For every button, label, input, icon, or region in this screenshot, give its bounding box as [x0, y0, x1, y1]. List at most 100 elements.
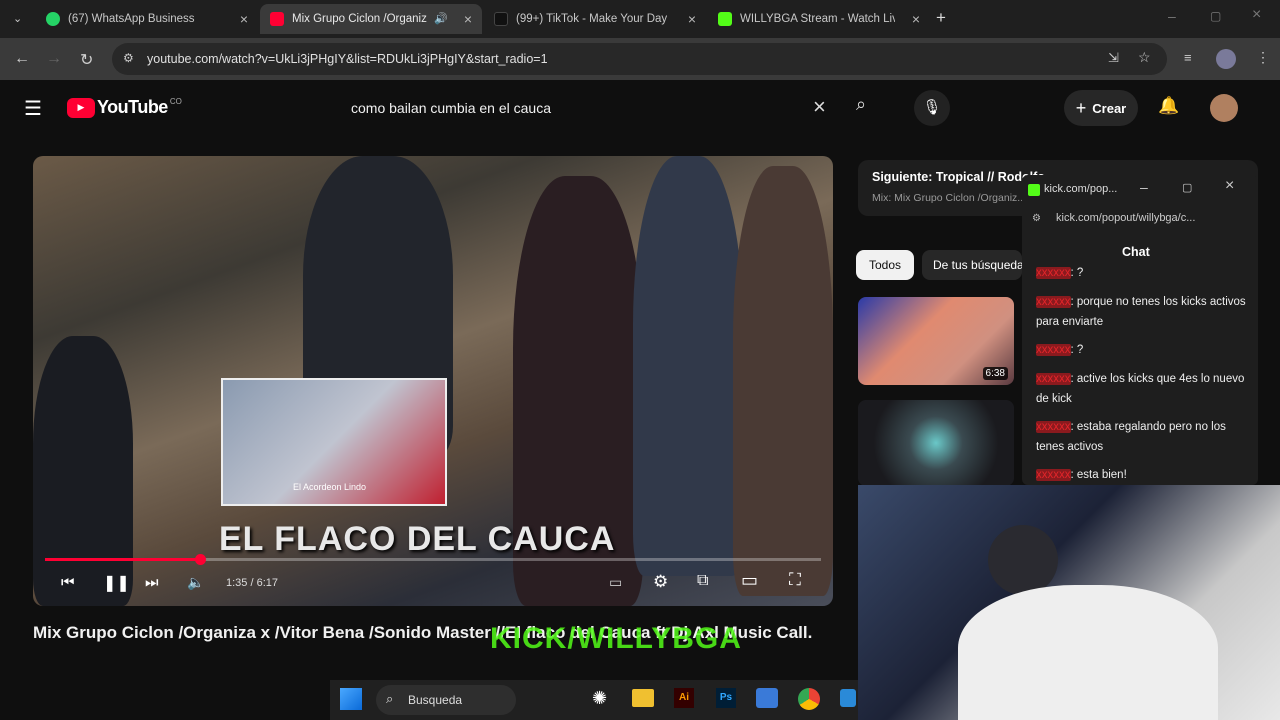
tab-label: (99+) TikTok - Make Your Day: [516, 13, 668, 25]
popup-close-icon[interactable]: ×: [1225, 177, 1234, 195]
related-thumbnail[interactable]: [858, 400, 1014, 486]
chip-all[interactable]: Todos: [856, 250, 914, 280]
chrome-icon[interactable]: [798, 688, 820, 710]
progress-fill: [45, 558, 201, 561]
progress-track[interactable]: [45, 554, 821, 565]
close-tab-icon[interactable]: ×: [912, 11, 920, 27]
inset-caption: El Acordeon Lindo: [293, 482, 367, 492]
chat-message: xxxxxx: porque no tenes los kicks activo…: [1036, 292, 1246, 332]
store-icon[interactable]: [756, 688, 778, 708]
chat-header: Chat: [1122, 245, 1150, 259]
related-thumbnail[interactable]: 6:38: [858, 297, 1014, 385]
video-figure: [633, 156, 743, 576]
menu-icon[interactable]: ⋮: [1256, 49, 1270, 66]
chat-text: : esta bien!: [1070, 469, 1127, 481]
youtube-icon: [270, 12, 284, 26]
tab-kick[interactable]: WILLYBGA Stream - Watch Live ×: [708, 4, 930, 34]
back-icon[interactable]: ←: [14, 50, 30, 68]
popup-maximize-icon[interactable]: ▢: [1182, 181, 1192, 194]
theater-mode-icon[interactable]: ▭: [741, 570, 758, 591]
kick-watermark: KICK/WILLYBGA: [490, 622, 742, 655]
next-icon[interactable]: ⏭: [145, 574, 159, 591]
account-avatar[interactable]: [1210, 94, 1238, 122]
search-box[interactable]: como bailan cumbia en el cauca ×: [335, 88, 850, 128]
youtube-logo[interactable]: ▶ YouTube CO: [67, 97, 182, 118]
bookmark-star-icon[interactable]: ☆: [1138, 49, 1151, 66]
popup-minimize-icon[interactable]: –: [1140, 179, 1148, 195]
create-label: Crear: [1092, 100, 1127, 116]
search-input[interactable]: como bailan cumbia en el cauca: [351, 100, 551, 116]
chat-text: : ?: [1070, 344, 1084, 356]
close-tab-icon[interactable]: ×: [688, 11, 696, 27]
popup-title: kick.com/pop...: [1044, 183, 1118, 195]
fullscreen-icon[interactable]: ⛶: [789, 570, 801, 590]
chat-message: xxxxxx: active los kicks que 4es lo nuev…: [1036, 369, 1246, 409]
chat-username[interactable]: xxxxxx: [1036, 421, 1071, 433]
video-player[interactable]: El Acordeon Lindo EL FLACO DEL CAUCA ⏮ ❚…: [33, 156, 833, 606]
tiktok-icon: [494, 12, 508, 26]
profile-avatar[interactable]: [1216, 49, 1236, 69]
close-tab-icon[interactable]: ×: [464, 11, 472, 27]
clear-search-icon[interactable]: ×: [813, 94, 826, 120]
streamer-webcam: [858, 485, 1280, 720]
youtube-play-icon: ▶: [67, 97, 95, 118]
youtube-header: ☰ ▶ YouTube CO como bailan cumbia en el …: [0, 80, 1280, 136]
media-control-icon[interactable]: ≡: [1184, 50, 1192, 65]
tab-whatsapp[interactable]: (67) WhatsApp Business ×: [36, 4, 258, 34]
video-figure: [733, 166, 833, 596]
subtitles-icon[interactable]: ▭: [609, 574, 622, 591]
kick-icon: [1028, 184, 1040, 196]
tab-tiktok[interactable]: (99+) TikTok - Make Your Day ×: [484, 4, 706, 34]
pause-icon[interactable]: ❚❚: [103, 573, 130, 593]
tab-search-icon[interactable]: ⌄: [13, 12, 22, 25]
minimize-icon[interactable]: –: [1168, 8, 1176, 24]
chatgpt-icon[interactable]: ✺: [592, 688, 607, 709]
address-bar[interactable]: ⚙ youtube.com/watch?v=UkLi3jPHgIY&list=R…: [112, 43, 1167, 75]
chat-username[interactable]: xxxxxx: [1036, 373, 1071, 385]
notifications-bell-icon[interactable]: 🔔: [1158, 96, 1179, 116]
settings-gear-icon[interactable]: ⚙: [653, 572, 668, 592]
popup-site-icon: ⚙: [1032, 213, 1041, 224]
site-info-icon[interactable]: ⚙: [123, 51, 134, 65]
illustrator-icon[interactable]: Ai: [674, 688, 694, 708]
audio-icon[interactable]: 🔊: [434, 12, 448, 25]
chat-message: xxxxxx: esta bien!: [1036, 465, 1246, 485]
chat-username[interactable]: xxxxxx: [1036, 296, 1071, 308]
hamburger-icon[interactable]: ☰: [24, 96, 42, 121]
chat-username[interactable]: xxxxxx: [1036, 344, 1071, 356]
volume-icon[interactable]: 🔈: [187, 574, 204, 591]
browser-toolbar: ← → ↻ ⚙ youtube.com/watch?v=UkLi3jPHgIY&…: [0, 38, 1280, 80]
voice-search-mic-icon[interactable]: 🎙: [914, 90, 950, 126]
reload-icon[interactable]: ↻: [80, 50, 93, 70]
popup-url: kick.com/popout/willybga/c...: [1056, 212, 1196, 224]
taskbar-search[interactable]: ⌕ Busqueda: [376, 685, 516, 715]
url-text: youtube.com/watch?v=UkLi3jPHgIY&list=RDU…: [147, 52, 548, 66]
maximize-icon[interactable]: ▢: [1210, 9, 1221, 23]
file-explorer-icon[interactable]: [632, 689, 654, 707]
miniplayer-icon[interactable]: ⧉: [697, 572, 708, 590]
search-icon[interactable]: ⌕: [856, 94, 866, 115]
new-tab-icon[interactable]: +: [936, 8, 946, 28]
kick-chat-popup[interactable]: kick.com/pop... – ▢ × ⚙ kick.com/popout/…: [1022, 175, 1258, 485]
windows-taskbar: ⌕ Busqueda ✺ Ai Ps: [330, 680, 858, 720]
forward-icon[interactable]: →: [46, 50, 62, 68]
chip-all-label: Todos: [868, 258, 902, 272]
install-icon[interactable]: ⇲: [1108, 50, 1119, 66]
app-icon[interactable]: [840, 689, 856, 707]
chat-text: : ?: [1070, 267, 1084, 279]
close-window-icon[interactable]: ×: [1252, 6, 1261, 24]
previous-icon[interactable]: ⏮: [61, 574, 75, 591]
photoshop-icon[interactable]: Ps: [716, 688, 736, 708]
webcam-person: [958, 585, 1218, 720]
chat-username[interactable]: xxxxxx: [1036, 267, 1071, 279]
windows-start-icon[interactable]: [340, 688, 362, 710]
kick-icon: [718, 12, 732, 26]
up-next-sub: Mix: Mix Grupo Ciclon /Organiz...: [872, 192, 1027, 204]
tab-youtube[interactable]: Mix Grupo Ciclon /Organiz 🔊 ×: [260, 4, 482, 34]
close-tab-icon[interactable]: ×: [240, 11, 248, 27]
chip-searches-label: De tus búsquedas: [933, 258, 1022, 272]
progress-scrubber[interactable]: [195, 554, 207, 565]
chat-username[interactable]: xxxxxx: [1036, 469, 1071, 481]
create-button[interactable]: + Crear: [1064, 90, 1138, 126]
chip-searches[interactable]: De tus búsquedas: [922, 250, 1022, 280]
